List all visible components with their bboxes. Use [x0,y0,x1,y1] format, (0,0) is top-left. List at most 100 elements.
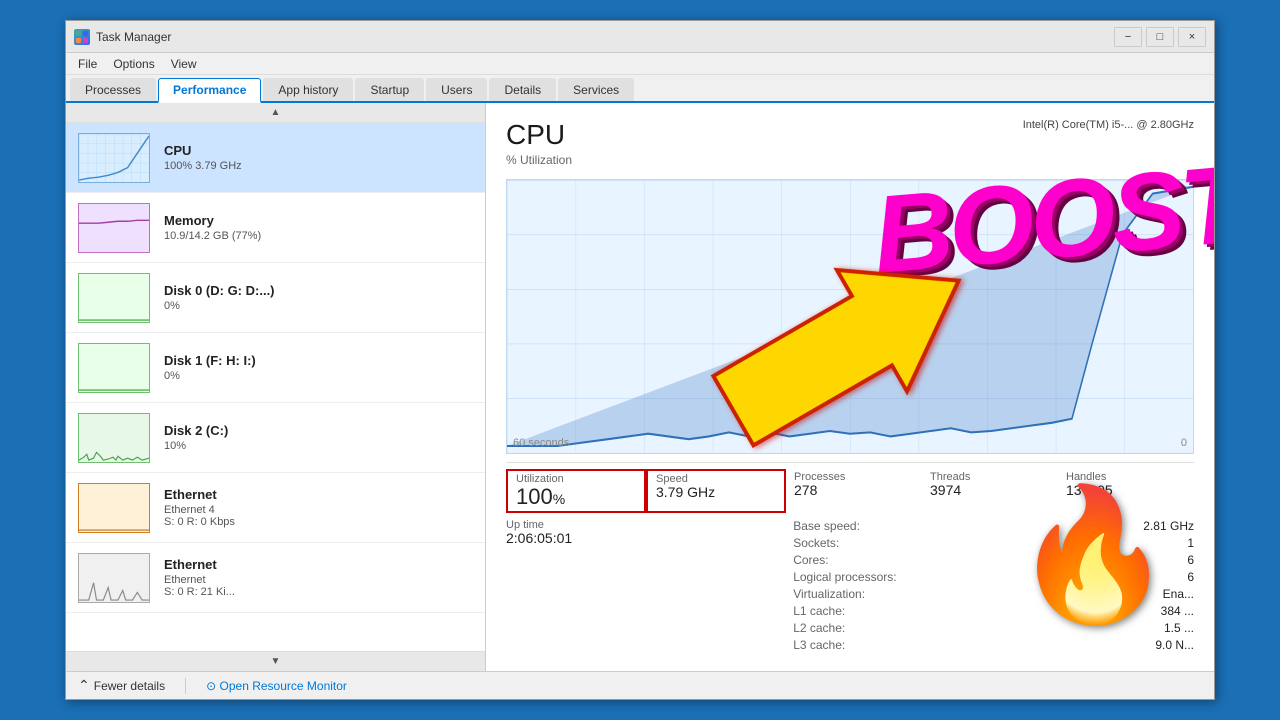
logical-row: Logical processors: 6 [793,570,1194,584]
stats-row: Utilization 100% Speed 3.79 GHz Processe… [506,462,1194,511]
tab-details[interactable]: Details [489,78,556,101]
fewer-details-icon: ⌃ [78,677,90,694]
virtualization-label: Virtualization: [793,587,865,601]
virtualization-row: Virtualization: Ena... [793,587,1194,601]
app-icon [74,29,90,45]
menu-options[interactable]: Options [105,55,162,73]
ethernet4-name: Ethernet [164,487,473,502]
main-content: ▲ [66,103,1214,671]
scroll-down-arrow[interactable]: ▼ [66,651,485,671]
tab-services[interactable]: Services [558,78,634,101]
disk2-name: Disk 2 (C:) [164,423,473,438]
disk0-info: Disk 0 (D: G: D:...) 0% [164,283,473,312]
open-resource-monitor-link[interactable]: ⊙ Open Resource Monitor [206,679,347,693]
handles-value: 137005 [1066,483,1186,498]
tab-performance[interactable]: Performance [158,78,261,103]
menu-file[interactable]: File [70,55,105,73]
ethernet4-thumbnail [78,483,150,533]
l1-value: 384 ... [1161,604,1194,618]
graph-top-label: 100 [1169,184,1187,196]
processes-label: Processes [794,471,914,483]
graph-time-label: 60 seconds [513,437,569,449]
disk1-name: Disk 1 (F: H: I:) [164,353,473,368]
task-manager-window: Task Manager − □ × File Options View Pro… [65,20,1215,700]
disk0-thumbnail [78,273,150,323]
ethernet-sub: Ethernet [164,574,473,586]
title-bar: Task Manager − □ × [66,21,1214,53]
l2-label: L2 cache: [793,621,845,635]
sockets-label: Sockets: [793,536,839,550]
utilization-stat: Utilization 100% [506,469,646,513]
scroll-up-arrow[interactable]: ▲ [66,103,485,123]
handles-stat: Handles 137005 [1058,471,1194,511]
disk0-name: Disk 0 (D: G: D:...) [164,283,473,298]
resource-monitor-label: Open Resource Monitor [220,679,347,693]
sidebar-item-ethernet4[interactable]: Ethernet Ethernet 4 S: 0 R: 0 Kbps [66,473,485,543]
sidebar-scroll[interactable]: CPU 100% 3.79 GHz Memory 10.9/14.2 G [66,123,485,651]
cpu-name: CPU [164,143,473,158]
utilization-value: 100% [516,485,636,509]
uptime-value: 2:06:05:01 [506,531,773,546]
stats-bottom: Up time 2:06:05:01 Base speed: 2.81 GHz … [506,519,1194,655]
fewer-details-label: Fewer details [94,679,165,693]
threads-value: 3974 [930,483,1050,498]
utilization-unit: % [553,491,565,507]
disk2-info: Disk 2 (C:) 10% [164,423,473,452]
l1-label: L1 cache: [793,604,845,618]
handles-label: Handles [1066,471,1186,483]
ethernet4-info: Ethernet Ethernet 4 S: 0 R: 0 Kbps [164,487,473,528]
sidebar-item-disk1[interactable]: Disk 1 (F: H: I:) 0% [66,333,485,403]
threads-stat: Threads 3974 [922,471,1058,511]
disk0-sub: 0% [164,300,473,312]
ethernet-name: Ethernet [164,557,473,572]
close-button[interactable]: × [1178,27,1206,47]
processes-value: 278 [794,483,914,498]
sidebar-item-cpu[interactable]: CPU 100% 3.79 GHz [66,123,485,193]
sidebar-item-disk2[interactable]: Disk 2 (C:) 10% [66,403,485,473]
footer: ⌃ Fewer details ⊙ Open Resource Monitor [66,671,1214,699]
sidebar-item-memory[interactable]: Memory 10.9/14.2 GB (77%) [66,193,485,263]
memory-sub: 10.9/14.2 GB (77%) [164,230,473,242]
ethernet-thumbnail [78,553,150,603]
l2-row: L2 cache: 1.5 ... [793,621,1194,635]
virtualization-value: Ena... [1163,587,1194,601]
sidebar-item-disk0[interactable]: Disk 0 (D: G: D:...) 0% [66,263,485,333]
l3-row: L3 cache: 9.0 N... [793,638,1194,652]
threads-label: Threads [930,471,1050,483]
sockets-value: 1 [1187,536,1194,550]
cores-row: Cores: 6 [793,553,1194,567]
detail-subtitle: % Utilization [506,153,572,167]
menu-view[interactable]: View [163,55,205,73]
graph-bottom-label: 0 [1181,437,1187,449]
memory-info: Memory 10.9/14.2 GB (77%) [164,213,473,242]
cpu-graph: 100 0 60 seconds [506,179,1194,454]
minimize-button[interactable]: − [1114,27,1142,47]
disk2-thumbnail [78,413,150,463]
speed-stat: Speed 3.79 GHz [646,469,786,513]
speed-value: 3.79 GHz [656,485,776,500]
disk1-thumbnail [78,343,150,393]
cores-label: Cores: [793,553,828,567]
resource-monitor-icon: ⊙ [206,679,216,693]
memory-name: Memory [164,213,473,228]
tab-startup[interactable]: Startup [355,78,424,101]
tab-apphistory[interactable]: App history [263,78,353,101]
base-speed-row: Base speed: 2.81 GHz [793,519,1194,533]
logical-label: Logical processors: [793,570,896,584]
sidebar-item-ethernet[interactable]: Ethernet Ethernet S: 0 R: 21 Ki... [66,543,485,613]
cores-value: 6 [1187,553,1194,567]
ethernet-info: Ethernet Ethernet S: 0 R: 21 Ki... [164,557,473,598]
tab-users[interactable]: Users [426,78,487,101]
maximize-button[interactable]: □ [1146,27,1174,47]
fewer-details-button[interactable]: ⌃ Fewer details [78,677,165,694]
disk1-sub: 0% [164,370,473,382]
uptime-section: Up time 2:06:05:01 [506,519,773,655]
cpu-info: CPU 100% 3.79 GHz [164,143,473,172]
processes-stat: Processes 278 [786,471,922,511]
ethernet4-sub: Ethernet 4 [164,504,473,516]
speed-label: Speed [656,473,776,485]
tab-processes[interactable]: Processes [70,78,156,101]
sockets-row: Sockets: 1 [793,536,1194,550]
base-speed-value: 2.81 GHz [1143,519,1194,533]
detail-title: CPU [506,119,572,151]
